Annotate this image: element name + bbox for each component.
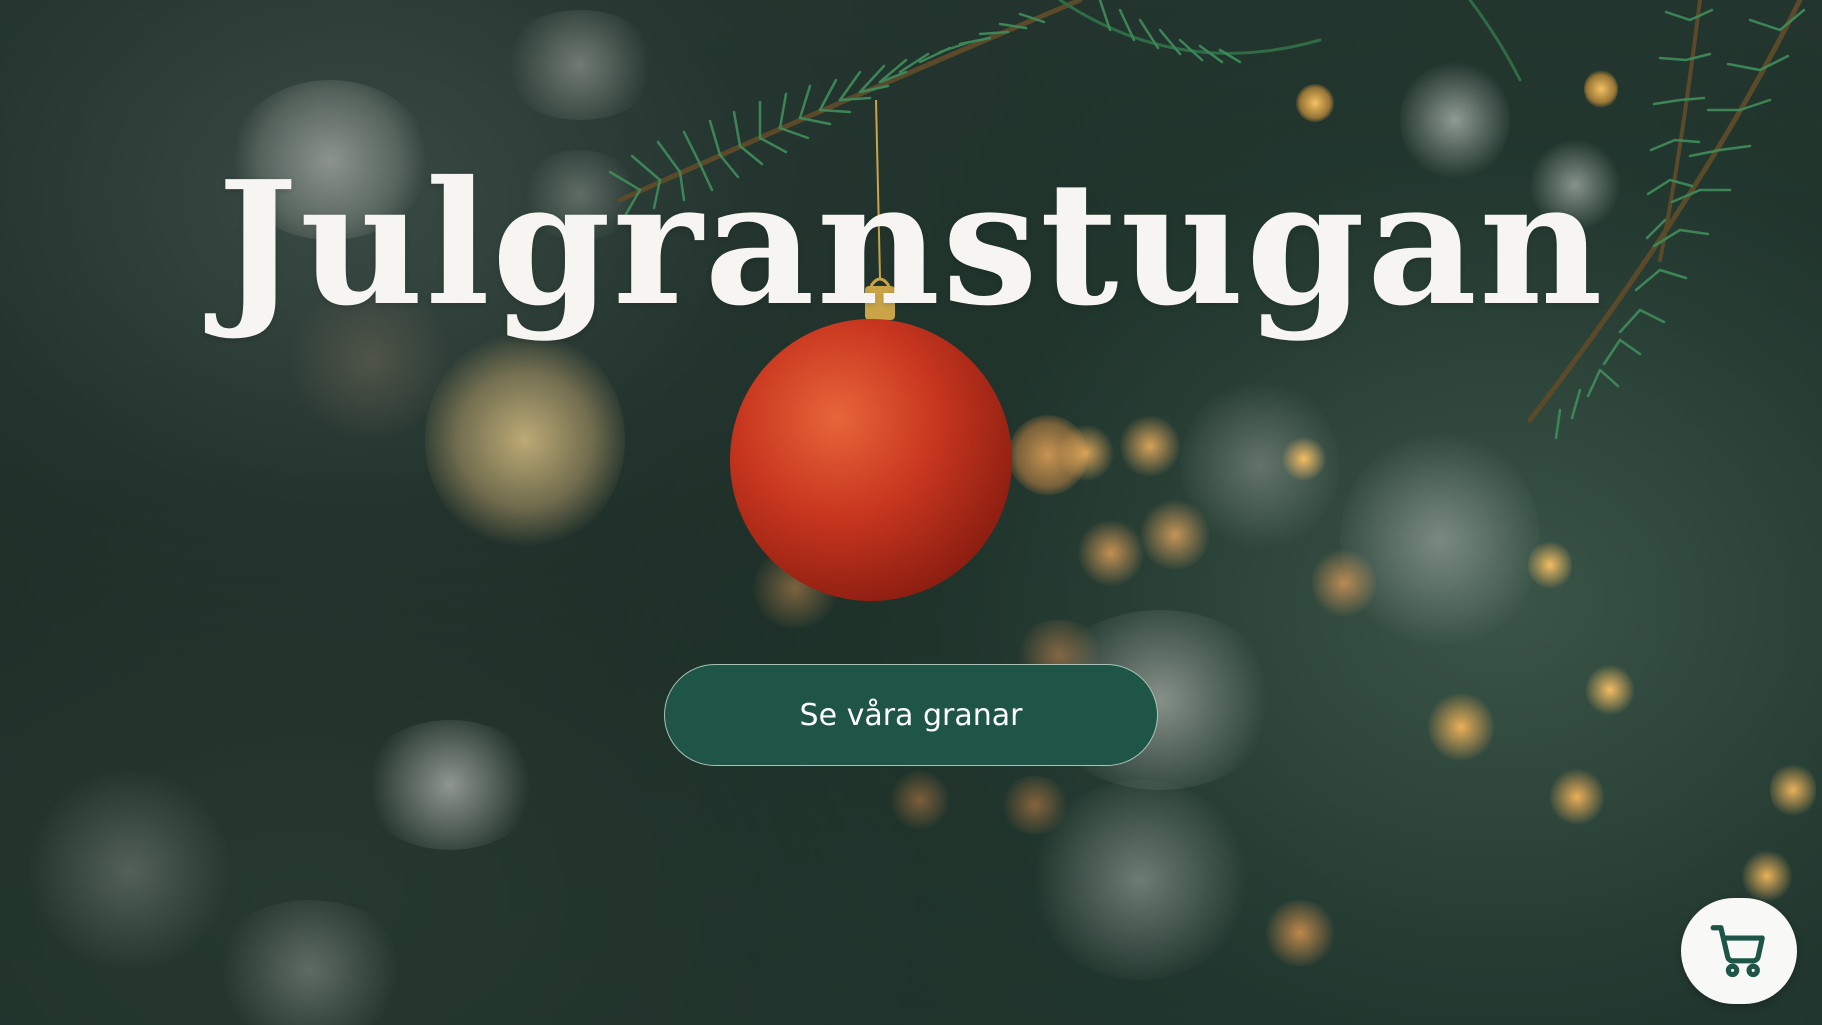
shopping-cart-icon bbox=[1710, 925, 1765, 978]
see-trees-button[interactable]: Se våra granar bbox=[664, 664, 1158, 766]
hero-title: Julgranstugan bbox=[217, 144, 1605, 344]
hero-section: Julgranstugan Se våra granar bbox=[0, 0, 1822, 1025]
cart-button[interactable] bbox=[1681, 898, 1797, 1004]
